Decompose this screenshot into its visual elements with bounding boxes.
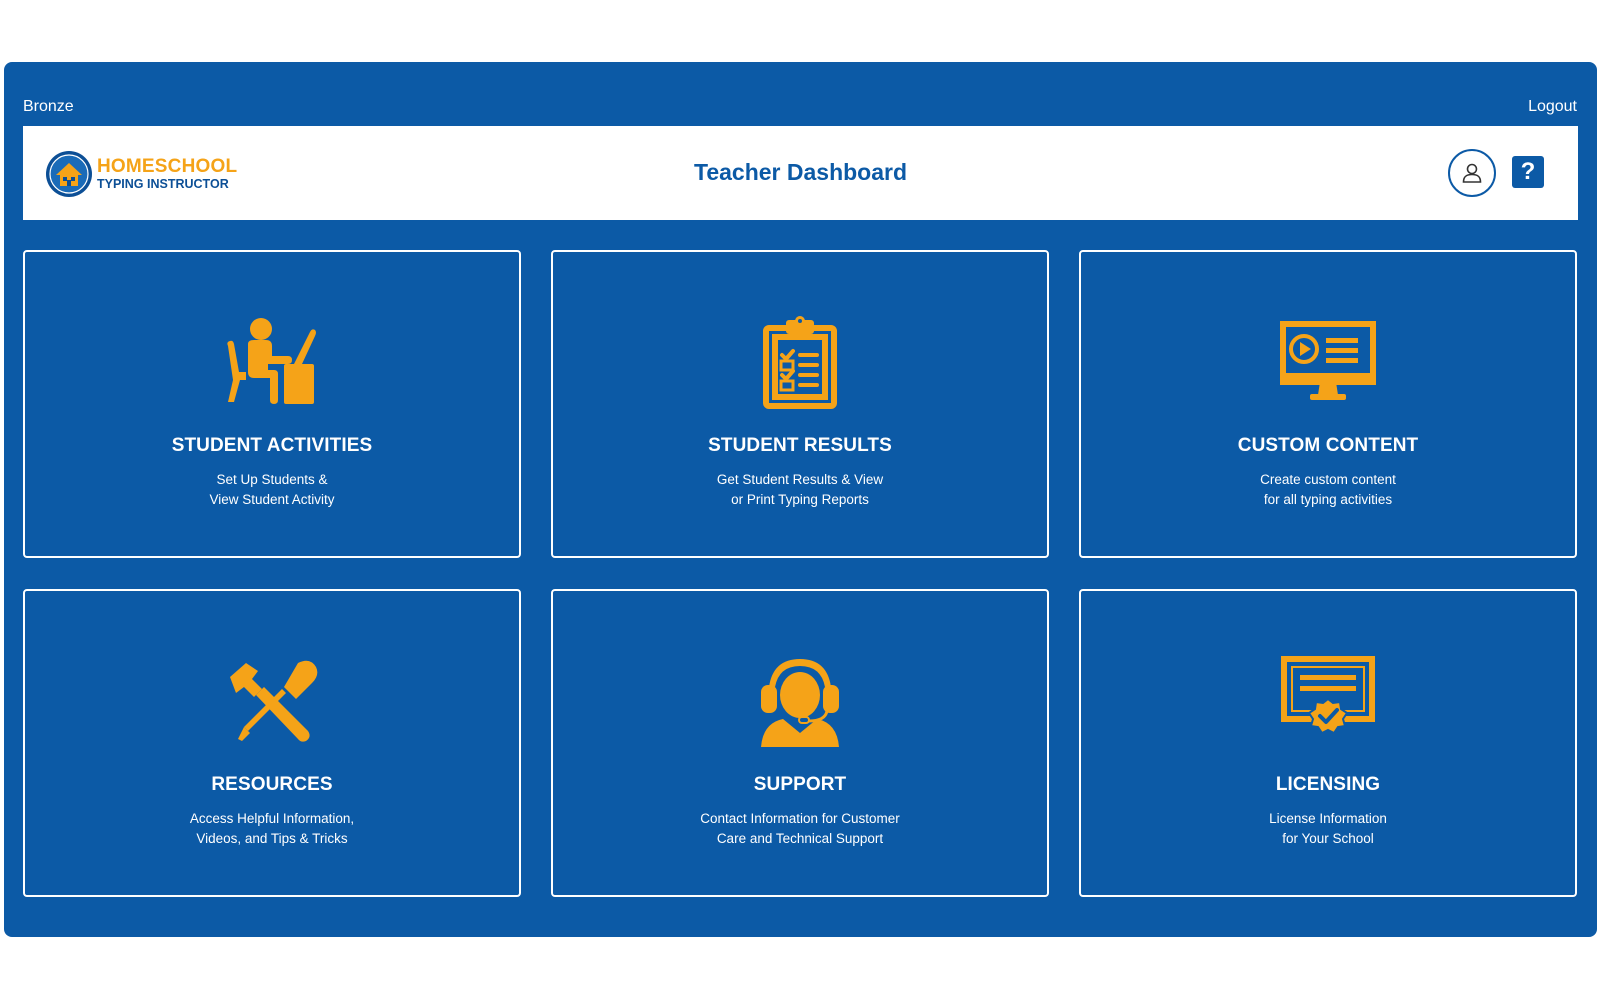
tile-title: SUPPORT xyxy=(753,774,847,795)
tile-resources[interactable]: RESOURCES Access Helpful Information, Vi… xyxy=(23,589,521,897)
tile-custom-content[interactable]: CUSTOM CONTENT Create custom content for… xyxy=(1079,250,1577,558)
tile-title: STUDENT ACTIVITIES xyxy=(171,435,373,456)
page-title: Teacher Dashboard xyxy=(693,159,908,185)
hammer-screwdriver-icon xyxy=(230,660,318,742)
certificate-icon xyxy=(1281,656,1375,735)
tile-description: Set Up Students & View Student Activity xyxy=(209,472,335,507)
headset-support-icon xyxy=(761,659,839,747)
tile-description: Contact Information for Customer Care an… xyxy=(700,811,900,846)
monitor-video-icon xyxy=(1280,321,1376,400)
tile-title: CUSTOM CONTENT xyxy=(1237,435,1419,456)
tile-support[interactable]: SUPPORT Contact Information for Customer… xyxy=(551,589,1049,897)
tile-description: Access Helpful Information, Videos, and … xyxy=(189,811,355,846)
tile-description: License Information for Your School xyxy=(1269,811,1387,846)
user-profile-icon xyxy=(1462,163,1482,183)
user-profile-button[interactable] xyxy=(1448,149,1496,197)
student-at-desk-icon xyxy=(227,318,316,404)
top-bar: Bronze Logout xyxy=(4,94,1597,124)
clipboard-checklist-icon xyxy=(763,316,837,409)
tile-licensing[interactable]: LICENSING License Information for Your S… xyxy=(1079,589,1577,897)
tile-title: STUDENT RESULTS xyxy=(708,435,892,456)
tile-title: RESOURCES xyxy=(211,774,333,795)
tile-title: LICENSING xyxy=(1275,774,1381,795)
tile-description: Get Student Results & View or Print Typi… xyxy=(716,472,884,507)
plan-label: Bronze xyxy=(23,98,74,115)
tile-student-activities[interactable]: STUDENT ACTIVITIES Set Up Students & Vie… xyxy=(23,250,521,558)
help-button[interactable]: ? xyxy=(1512,156,1544,188)
logout-link[interactable]: Logout xyxy=(1528,98,1577,116)
header: HOMESCHOOL TYPING INSTRUCTOR Teacher Das… xyxy=(23,126,1578,220)
tile-description: Create custom content for all typing act… xyxy=(1260,472,1396,507)
tile-student-results[interactable]: STUDENT RESULTS Get Student Results & Vi… xyxy=(551,250,1049,558)
app-container: Bronze Logout HOMESCHOOL TYPING INSTRUCT… xyxy=(4,62,1597,937)
